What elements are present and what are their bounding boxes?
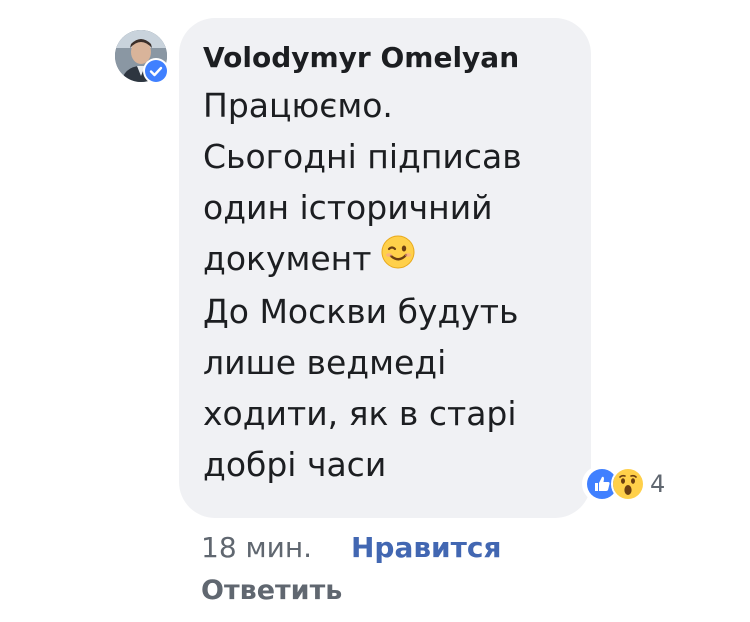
- reactions-summary[interactable]: 4: [582, 466, 674, 502]
- message-line: добрі часи: [203, 445, 387, 484]
- like-button[interactable]: Нравится: [351, 531, 502, 564]
- message-line: один історичний: [203, 188, 493, 227]
- message-line-with-emoji: документ: [203, 233, 591, 286]
- comment-meta-row: 18 мин. Нравится: [201, 528, 501, 568]
- wow-reaction-icon: [611, 467, 645, 501]
- verified-check-icon: [143, 58, 169, 84]
- message-line: ходити, як в старі: [203, 394, 517, 433]
- message-line: документ: [203, 239, 372, 278]
- comment-bubble: Volodymyr Omelyan Працюємо. Сьогодні під…: [179, 18, 591, 518]
- message-line: До Москви будуть: [203, 292, 519, 331]
- message-line: лише ведмеді: [203, 343, 447, 382]
- comment-timestamp[interactable]: 18 мин.: [201, 531, 312, 564]
- comment-author-name[interactable]: Volodymyr Omelyan: [203, 40, 591, 76]
- reply-button[interactable]: Ответить: [201, 571, 342, 611]
- reaction-count: 4: [650, 470, 666, 498]
- message-line: Сьогодні підписав: [203, 137, 522, 176]
- winking-face-emoji-icon: [381, 232, 415, 283]
- message-line: Працюємо.: [203, 86, 393, 125]
